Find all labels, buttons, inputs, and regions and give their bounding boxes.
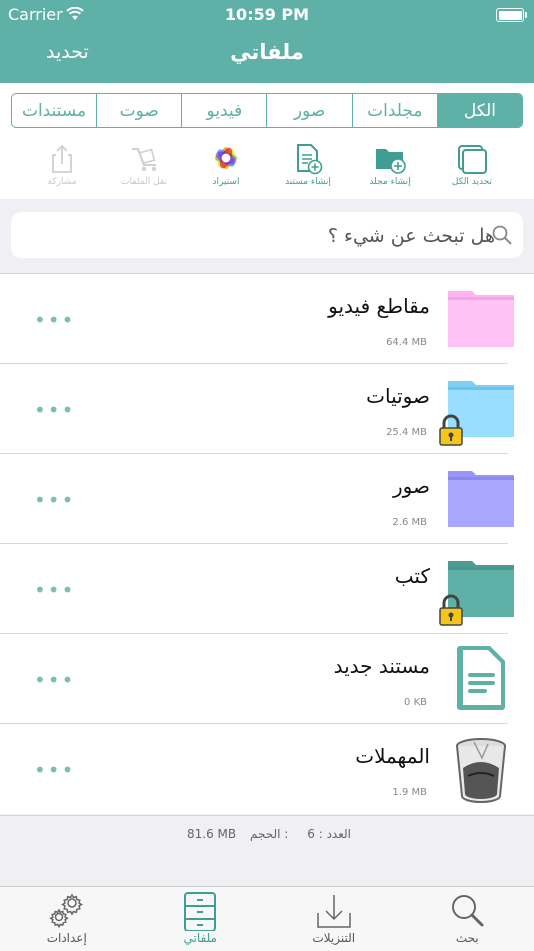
total-size-label: الحجم : [250,827,288,841]
tab-settings[interactable]: إعدادات [0,887,134,951]
search-icon [491,224,513,250]
import-button[interactable]: استيراد [188,143,264,195]
trash-icon [446,735,516,808]
move-files-label: نقل الملفات [106,177,182,187]
list-item[interactable]: مستند جديد 0 KB ••• [0,634,534,724]
list-item[interactable]: صوتيات 25.4 MB ••• [0,364,534,454]
new-document-label: إنشاء مستند [270,177,346,187]
item-size: 25.4 MB [386,427,427,438]
item-name: كتب [395,564,430,588]
item-size: 2.6 MB [392,517,427,528]
item-name: صوتيات [366,384,430,408]
tab-settings-label: إعدادات [0,931,134,945]
more-options-button[interactable]: ••• [34,398,75,422]
cabinet-icon [178,891,222,931]
more-options-button[interactable]: ••• [34,308,75,332]
item-size: 64.4 MB [386,337,427,348]
filter-segmented-control: الكل مجلدات صور فيديو صوت مستندات [11,93,523,128]
tab-search[interactable]: بحث [401,887,534,951]
share-button[interactable]: مشاركة [24,143,100,195]
tab-downloads-label: التنزيلات [267,931,401,945]
move-files-button[interactable]: نقل الملفات [106,143,182,195]
segment-documents[interactable]: مستندات [12,94,96,127]
clock: 10:59 PM [0,5,534,24]
import-label: استيراد [188,177,264,187]
select-all-label: تحديد الكل [434,177,510,187]
more-options-button[interactable]: ••• [34,488,75,512]
page-title: ملفاتي [0,40,534,64]
list-item[interactable]: كتب ••• [0,544,534,634]
battery-icon [496,8,524,22]
search-area [0,199,534,274]
download-icon [312,891,356,931]
list-item[interactable]: مقاطع فيديو 64.4 MB ••• [0,274,534,364]
action-bar: تحديد الكل إنشاء مجلد إنشاء مستند [0,143,534,195]
item-name: المهملات [355,744,430,768]
new-document-button[interactable]: إنشاء مستند [270,143,346,195]
item-size: 1.9 MB [392,787,427,798]
segment-video[interactable]: فيديو [181,94,266,127]
item-size: 0 KB [404,697,427,708]
segment-all[interactable]: الكل [437,94,522,127]
tab-my-files-label: ملفاتي [134,931,268,945]
select-all-icon [454,143,490,175]
folder-icon [446,465,516,535]
segment-photos[interactable]: صور [266,94,351,127]
status-bar: Carrier 10:59 PM [0,4,534,26]
share-icon [44,143,80,175]
list-item[interactable]: المهملات 1.9 MB ••• [0,724,534,814]
more-options-button[interactable]: ••• [34,758,75,782]
new-folder-label: إنشاء مجلد [352,177,428,187]
share-label: مشاركة [24,177,100,187]
filter-toolbar: الكل مجلدات صور فيديو صوت مستندات تحديد … [0,83,534,200]
more-options-button[interactable]: ••• [34,668,75,692]
gear-icon [45,891,89,931]
new-folder-icon [372,143,408,175]
more-options-button[interactable]: ••• [34,578,75,602]
new-folder-button[interactable]: إنشاء مجلد [352,143,428,195]
search-input[interactable] [23,212,497,260]
tab-downloads[interactable]: التنزيلات [267,887,401,951]
lock-icon [438,594,464,630]
list-item[interactable]: صور 2.6 MB ••• [0,454,534,544]
file-list: مقاطع فيديو 64.4 MB ••• صوتيات 25.4 MB •… [0,274,534,814]
lock-icon [438,414,464,450]
select-all-button[interactable]: تحديد الكل [434,143,510,195]
segment-folders[interactable]: مجلدات [352,94,437,127]
item-name: مقاطع فيديو [328,294,430,318]
document-icon [446,645,516,717]
folder-icon [446,285,516,355]
item-count: العدد : 6 [307,827,351,841]
search-bar[interactable] [11,212,523,258]
tab-search-label: بحث [401,931,534,945]
tab-bar: إعدادات ملفاتي التنزيلات بحث [0,886,534,951]
search-icon [445,891,489,931]
navigation-header: Carrier 10:59 PM تحديد ملفاتي [0,0,534,83]
move-files-icon [126,143,162,175]
item-name: مستند جديد [334,654,430,678]
segment-audio[interactable]: صوت [96,94,181,127]
tab-my-files[interactable]: ملفاتي [134,887,268,951]
summary-bar: العدد : 6 الحجم : 81.6 MB [0,815,534,851]
new-document-icon [290,143,326,175]
photos-import-icon [208,143,244,175]
item-name: صور [393,474,430,498]
total-size-value: 81.6 MB [187,827,236,841]
